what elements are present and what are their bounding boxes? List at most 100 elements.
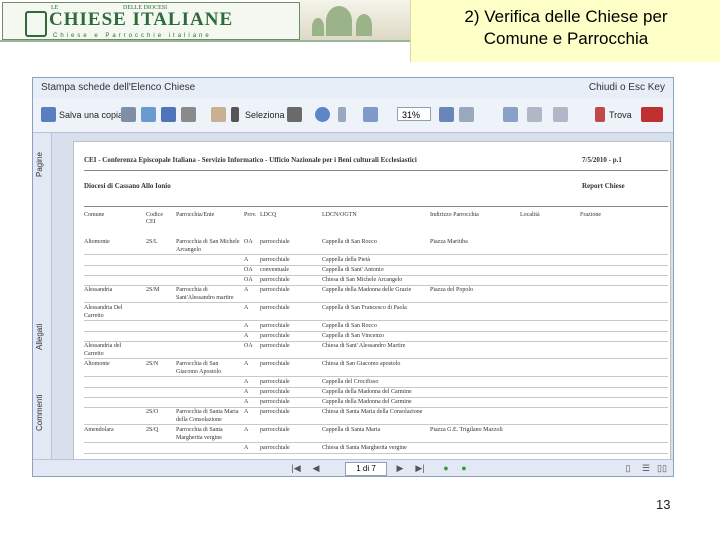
zoom-out-icon[interactable]	[338, 107, 346, 122]
table-cell: A	[244, 409, 249, 415]
table-cell: conventuale	[260, 267, 289, 273]
fit-page-icon[interactable]	[363, 107, 378, 122]
find-button[interactable]: Trova	[609, 110, 632, 120]
search-icon[interactable]	[161, 107, 176, 122]
undo-icon[interactable]	[527, 107, 542, 122]
table-cell: Piazza G.E. Trigilano Mazzoli	[430, 427, 503, 433]
table-cell: parrocchiale	[260, 445, 290, 451]
table-cell: Chiesa di San Michele Arcangelo	[322, 277, 403, 283]
table-cell: Alessandria Del Carretto	[84, 305, 123, 319]
table-row: Aparrocchiale Cappella della Madonna del …	[84, 388, 668, 398]
snapshot-icon[interactable]	[287, 107, 302, 122]
table-cell: A	[244, 445, 249, 451]
table-cell: OA	[244, 343, 253, 349]
window-close-link[interactable]: Chiudi o Esc Key	[589, 82, 665, 93]
save-copy-button[interactable]: Salva una copia	[59, 110, 123, 120]
brand-logo-icon	[641, 107, 663, 122]
table-cell: Parrocchia di Santa Maria della Consolaz…	[176, 409, 239, 423]
table-cell: parrocchiale	[260, 323, 290, 329]
page-field[interactable]: 1 di 7	[345, 462, 387, 476]
table-cell: Parrocchia di Santa Margherita vergine	[176, 427, 223, 441]
table-row: Aparrocchiale Cappella del Crocifisso	[84, 378, 668, 388]
table-cell: parrocchiale	[260, 409, 290, 415]
column-header: LDCQ	[260, 212, 277, 218]
slide-title: 2) Verifica delle Chiese per Comune e Pa…	[411, 6, 720, 50]
logo: LE DELLE DIOCESI CHIESE ITALIANE Chiese …	[2, 2, 300, 40]
document-header: CEI - Conferenza Episcopale Italiana - S…	[84, 156, 417, 164]
table-row: Altomonte 2S/L Parrocchia di San Michele A…	[84, 238, 668, 255]
diocese-name: Diocesi di Cassano Allo Ionio	[84, 182, 171, 190]
text-select-icon[interactable]	[231, 107, 239, 122]
single-page-icon[interactable]: ▯	[623, 463, 633, 473]
table-cell: 2S/O	[146, 409, 159, 415]
table-row: Aparrocchiale Cappella della Pietà	[84, 256, 668, 266]
column-header: Comune	[84, 212, 105, 218]
table-cell: Cappella di San Rocco	[322, 239, 377, 245]
dome-shape	[326, 6, 352, 36]
table-cell: parrocchiale	[260, 257, 290, 263]
hand-tool-icon[interactable]	[211, 107, 226, 122]
table-cell: A	[244, 399, 249, 405]
redo-icon[interactable]	[553, 107, 568, 122]
first-page-icon[interactable]: |◀	[291, 463, 301, 473]
table-cell: parrocchiale	[260, 343, 290, 349]
column-header: Prov.	[244, 212, 257, 218]
table-row: Alessandria Del Carretto Aparrocchiale Cap…	[84, 304, 668, 321]
table-row: Alessandria del Carretto OA parrocchiale Ch…	[84, 342, 668, 359]
email-icon[interactable]	[141, 107, 156, 122]
divider	[84, 170, 668, 171]
table-cell: OA	[244, 277, 253, 283]
table-cell: Amendolara	[84, 427, 114, 433]
table-row: OA conventuale Cappella di Sant' Antonio	[84, 266, 668, 276]
table-cell: Altomonte	[84, 239, 110, 245]
document-date: 7/5/2010 - p.1	[582, 156, 622, 164]
document-page: CEI - Conferenza Episcopale Italiana - S…	[73, 141, 671, 461]
zoom-field[interactable]: 31%	[397, 107, 431, 121]
table-row: Aparrocchiale Cappella di San Vincenzo	[84, 332, 668, 342]
print-icon[interactable]	[121, 107, 136, 122]
tab-attachments[interactable]: Allegati	[35, 313, 49, 361]
select-button[interactable]: Seleziona	[245, 110, 285, 120]
table-cell: Cappella di San Vincenzo	[322, 333, 385, 339]
table-cell: Cappella di San Francesco di Paola	[322, 305, 407, 311]
window-title: Stampa schede dell'Elenco Chiese	[41, 82, 196, 93]
sidebar: Pagine Allegati Commenti	[33, 133, 52, 476]
window-titlebar: Stampa schede dell'Elenco Chiese Chiudi …	[33, 78, 673, 98]
table-cell: 2S/Q	[146, 427, 159, 433]
table-cell: parrocchiale	[260, 379, 290, 385]
zoom-in-icon[interactable]	[439, 107, 454, 122]
table-cell: Piazza Maritiba	[430, 239, 468, 245]
dome-shape	[312, 18, 324, 36]
table-cell: A	[244, 427, 249, 433]
next-page-icon[interactable]: ▶	[395, 463, 405, 473]
tab-pages[interactable]: Pagine	[35, 141, 49, 189]
facing-icon[interactable]: ▯▯	[657, 463, 667, 473]
table-cell: Cappella della Madonna delle Grazie	[322, 287, 412, 293]
tab-comments[interactable]: Commenti	[35, 383, 49, 443]
toolbar: Salva una copia Seleziona 31% Trova	[33, 98, 673, 133]
prev-page-icon[interactable]: ◀	[311, 463, 321, 473]
table-cell: Parrocchia di San Michele Arcangelo	[176, 239, 240, 253]
table-cell: A	[244, 361, 249, 367]
church-picture	[300, 0, 410, 40]
report-title: Report Chiese	[582, 182, 625, 190]
forward-icon[interactable]: ●	[459, 463, 469, 473]
table-cell: parrocchiale	[260, 399, 290, 405]
save-icon[interactable]	[41, 107, 56, 122]
table-row: 2S/O Parrocchia di Santa Maria della Cons…	[84, 408, 668, 425]
table-cell: parrocchiale	[260, 287, 290, 293]
table-row: Aparrocchiale Cappella della Madonna del …	[84, 398, 668, 408]
table-row: Altomonte 2S/N Parrocchia di San Giacomo A…	[84, 360, 668, 377]
zoom-icon[interactable]	[315, 107, 330, 122]
table-row: Aparrocchiale Chiesa di Santa Margherita …	[84, 444, 668, 454]
table-cell: Altomonte	[84, 361, 110, 367]
binoculars-icon[interactable]	[181, 107, 196, 122]
status-bar: |◀ ◀ 1 di 7 ▶ ▶| ● ● ▯ ☰ ▯▯	[33, 459, 673, 476]
spell-check-icon[interactable]	[503, 107, 518, 122]
last-page-icon[interactable]: ▶|	[415, 463, 425, 473]
back-icon[interactable]: ●	[441, 463, 451, 473]
continuous-icon[interactable]: ☰	[641, 463, 651, 473]
pdf-viewer-window: Stampa schede dell'Elenco Chiese Chiudi …	[32, 77, 674, 477]
pencil-icon[interactable]	[595, 107, 605, 122]
page-fit-icon[interactable]	[459, 107, 474, 122]
